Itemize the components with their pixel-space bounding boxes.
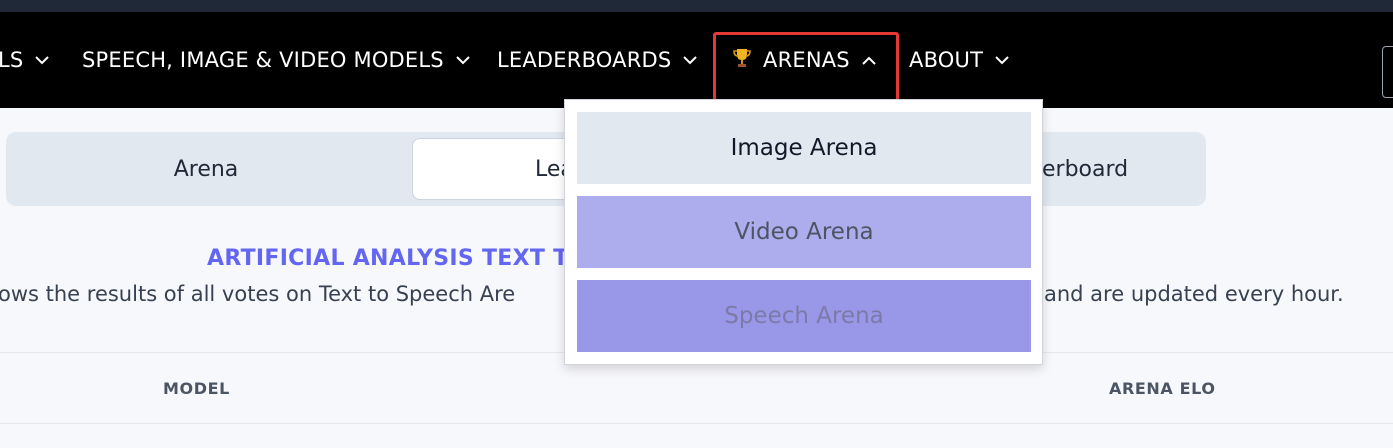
nav-item-label: LS [0, 48, 24, 72]
menu-item-speech-arena[interactable]: Speech Arena [577, 280, 1031, 352]
nav-item-models[interactable]: LS [0, 12, 50, 108]
description-text-right: and are updated every hour. [1044, 282, 1344, 306]
description-text-left: ows the results of all votes on Text to … [0, 282, 516, 306]
header-button-edge[interactable] [1382, 46, 1393, 98]
chevron-down-icon [35, 55, 50, 65]
chevron-down-icon [456, 55, 470, 65]
nav-item-speech-image-video-models[interactable]: SPEECH, IMAGE & VIDEO MODELS [82, 12, 470, 108]
arenas-dropdown-menu: Image Arena Video Arena Speech Arena [564, 99, 1043, 365]
nav-item-leaderboards[interactable]: LEADERBOARDS [497, 12, 698, 108]
main-nav: LS SPEECH, IMAGE & VIDEO MODELS LEADERBO… [0, 12, 1393, 108]
menu-item-video-arena[interactable]: Video Arena [577, 196, 1031, 268]
page-heading: ARTIFICIAL ANALYSIS TEXT TO [207, 246, 588, 271]
chevron-down-icon [995, 55, 1009, 65]
arenas-highlight-box [713, 32, 899, 106]
column-header-model[interactable]: MODEL [163, 353, 230, 423]
tab-arena[interactable]: Arena [6, 132, 406, 206]
nav-item-label: LEADERBOARDS [497, 48, 672, 72]
nav-item-label: ABOUT [909, 48, 984, 72]
nav-item-about[interactable]: ABOUT [909, 12, 1009, 108]
menu-item-image-arena[interactable]: Image Arena [577, 112, 1031, 184]
browser-top-strip [0, 0, 1393, 12]
chevron-down-icon [683, 55, 698, 65]
nav-item-label: SPEECH, IMAGE & VIDEO MODELS [82, 48, 444, 72]
column-header-arena-elo[interactable]: ARENA ELO [1109, 353, 1216, 423]
tab-third[interactable]: erboard [1042, 132, 1128, 206]
